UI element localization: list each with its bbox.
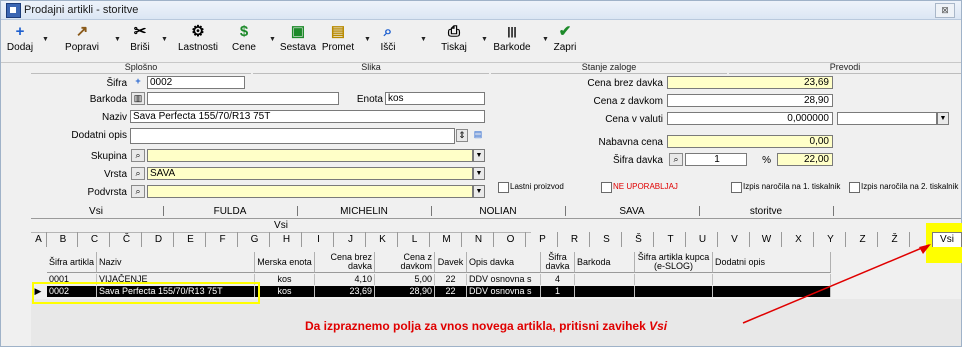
- arrowhead-icon: [919, 244, 931, 254]
- arrow-line: [742, 244, 930, 324]
- annotation-arrow: [742, 244, 931, 324]
- app-window: Prodajni artikli - storitve ⊠ +Dodaj ↗Po…: [0, 0, 962, 347]
